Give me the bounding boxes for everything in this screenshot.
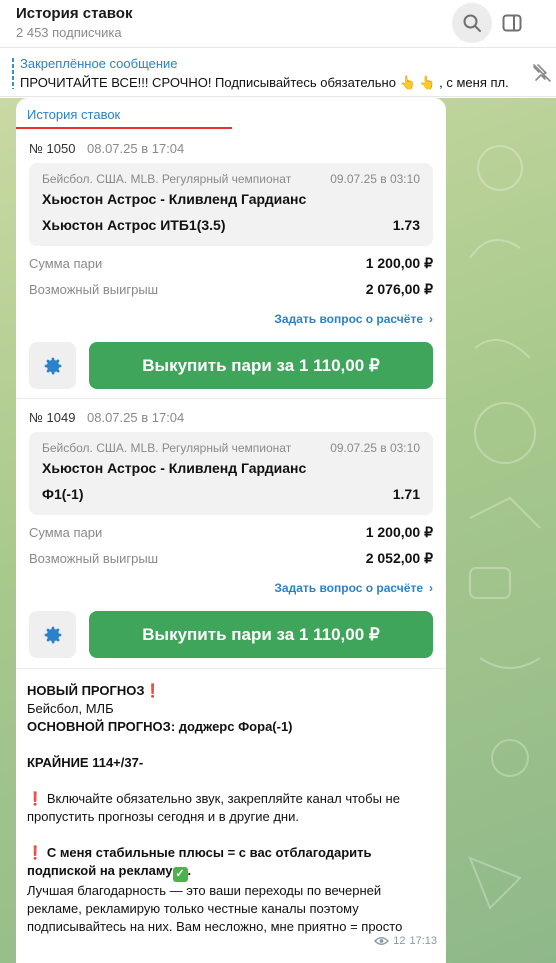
chevron-right-icon: ›	[429, 581, 433, 595]
buyout-button[interactable]: Выкупить пари за 1 110,00 ₽	[89, 342, 433, 389]
search-icon	[463, 14, 481, 32]
toggle-sidebar-button[interactable]	[499, 10, 525, 36]
event-box: Бейсбол. США. MLB. Регулярный чемпионат …	[29, 163, 433, 246]
pinned-indicator	[12, 58, 14, 89]
exclamation-icon: ❗	[144, 683, 161, 698]
event-odds: 1.71	[392, 486, 420, 502]
ask-question-label: Задать вопрос о расчёте	[274, 312, 423, 326]
unpin-button[interactable]	[530, 61, 554, 85]
chat-header: История ставок 2 453 подписчика	[0, 0, 556, 48]
search-button[interactable]	[452, 3, 492, 43]
exclamation-icon: ❗	[27, 845, 44, 860]
bet-date: 08.07.25 в 17:04	[87, 141, 185, 156]
chevron-right-icon: ›	[429, 312, 433, 326]
bet-history-header: История ставок	[16, 98, 446, 130]
subscriber-count: 2 453 подписчика	[16, 25, 122, 40]
main-forecast: ОСНОВНОЙ ПРОГНОЗ: доджерс Фора(-1)	[27, 719, 293, 734]
title-underline	[16, 127, 232, 129]
event-market: Хьюстон Астрос ИТБ1(3.5)	[42, 217, 226, 233]
eye-icon	[374, 937, 390, 945]
sport-line: Бейсбол, МЛБ	[27, 701, 114, 716]
gratitude-text: Лучшая благодарность — это ваши переходы…	[27, 883, 403, 934]
ask-question-link[interactable]: Задать вопрос о расчёте ›	[274, 312, 433, 326]
win-value: 2 052,00 ₽	[365, 550, 433, 566]
check-mark-icon: ✓	[172, 867, 188, 882]
record-line: КРАЙНИЕ 114+/37-	[27, 755, 144, 770]
win-label: Возможный выигрыш	[29, 551, 159, 566]
bet-history-title: История ставок	[27, 107, 121, 122]
card-divider	[16, 668, 446, 669]
stake-label: Сумма пари	[29, 256, 103, 271]
pinned-label: Закреплённое сообщение	[20, 56, 178, 71]
buyout-button[interactable]: Выкупить пари за 1 110,00 ₽	[89, 611, 433, 658]
thanks-notice: С меня стабильные плюсы = с вас отблагод…	[27, 845, 372, 878]
event-market: Ф1(-1)	[42, 486, 84, 502]
bet-date: 08.07.25 в 17:04	[87, 410, 185, 425]
gear-icon	[44, 626, 61, 643]
message-bubble: История ставок № 1050 08.07.25 в 17:04 Б…	[16, 98, 446, 963]
event-time: 09.07.25 в 03:10	[330, 441, 420, 455]
bet-number: № 1050	[29, 141, 76, 156]
event-sport: Бейсбол. США. MLB. Регулярный чемпионат	[42, 172, 292, 186]
message-time: 17:13	[409, 935, 437, 947]
message-meta: 12 17:13	[374, 935, 437, 947]
forecast-heading: НОВЫЙ ПРОГНОЗ	[27, 683, 145, 698]
event-teams: Хьюстон Астрос - Кливленд Гардианс	[42, 460, 307, 476]
gear-icon	[44, 357, 61, 374]
exclamation-icon: ❗	[27, 791, 44, 806]
win-label: Возможный выигрыш	[29, 282, 159, 297]
more-button[interactable]	[536, 10, 556, 36]
stake-value: 1 200,00 ₽	[365, 255, 433, 271]
bet-number: № 1049	[29, 410, 76, 425]
win-value: 2 076,00 ₽	[365, 281, 433, 297]
ask-question-label: Задать вопрос о расчёте	[274, 581, 423, 595]
event-odds: 1.73	[392, 217, 420, 233]
view-count: 12	[393, 935, 406, 947]
settings-button[interactable]	[29, 611, 76, 658]
bet-card: № 1049 08.07.25 в 17:04 Бейсбол. США. ML…	[16, 399, 446, 667]
pinned-message-bar[interactable]: Закреплённое сообщение ПРОЧИТАЙТЕ ВСЕ!!!…	[0, 49, 556, 97]
stake-label: Сумма пари	[29, 525, 103, 540]
event-box: Бейсбол. США. MLB. Регулярный чемпионат …	[29, 432, 433, 515]
event-sport: Бейсбол. США. MLB. Регулярный чемпионат	[42, 441, 292, 455]
event-teams: Хьюстон Астрос - Кливленд Гардианс	[42, 191, 307, 207]
ask-question-link[interactable]: Задать вопрос о расчёте ›	[274, 581, 433, 595]
event-time: 09.07.25 в 03:10	[330, 172, 420, 186]
pinned-text: ПРОЧИТАЙТЕ ВСЕ!!! СРОЧНО! Подписывайтесь…	[20, 75, 508, 90]
stake-value: 1 200,00 ₽	[365, 524, 433, 540]
pin-off-icon	[533, 64, 551, 82]
bet-card: № 1050 08.07.25 в 17:04 Бейсбол. США. ML…	[16, 130, 446, 398]
settings-button[interactable]	[29, 342, 76, 389]
channel-title[interactable]: История ставок	[16, 5, 132, 22]
sidebar-icon	[502, 14, 522, 32]
message-text: НОВЫЙ ПРОГНОЗ❗ Бейсбол, МЛБ ОСНОВНОЙ ПРО…	[27, 682, 437, 936]
sound-notice: Включайте обязательно звук, закрепляйте …	[27, 791, 400, 824]
